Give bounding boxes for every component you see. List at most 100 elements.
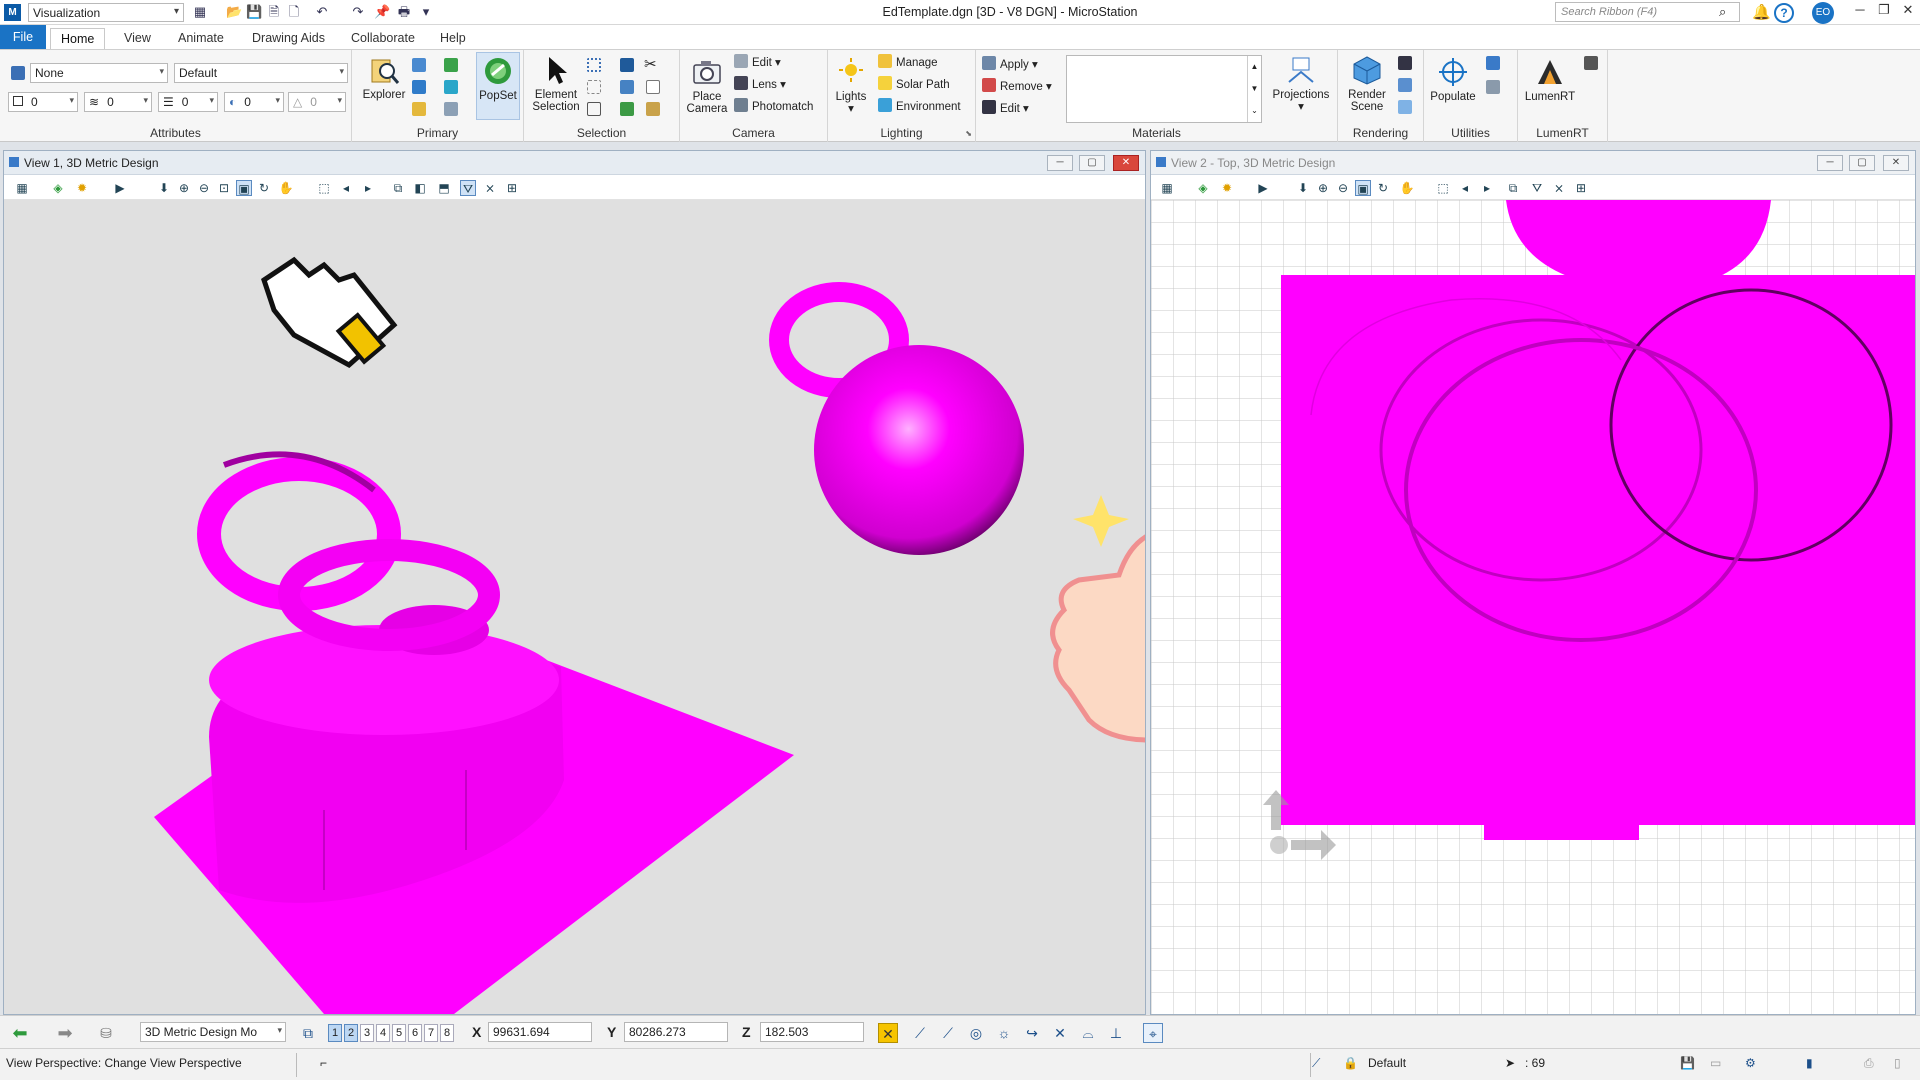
- undo-icon[interactable]: ↶: [314, 4, 330, 20]
- walk-icon[interactable]: ⬚: [316, 180, 332, 196]
- view-perspective-icon[interactable]: ◧: [412, 180, 428, 196]
- view-group-icon[interactable]: ▦: [192, 4, 208, 20]
- y-coordinate-field[interactable]: 80286.273: [624, 1022, 728, 1042]
- back-icon[interactable]: ⬅: [10, 1023, 30, 1043]
- transparency-dropdown[interactable]: ◐ 0: [224, 92, 284, 112]
- copy-view-icon[interactable]: ⧉: [1505, 180, 1521, 196]
- workspace-dropdown[interactable]: Visualization: [28, 3, 184, 22]
- snap-intersection-icon[interactable]: ✕: [1050, 1023, 1070, 1043]
- text-style-dropdown[interactable]: Default: [174, 63, 348, 83]
- user-avatar[interactable]: EO: [1812, 2, 1834, 24]
- view-button-5[interactable]: 5: [392, 1024, 406, 1042]
- rotate-view-icon[interactable]: ↻: [256, 180, 272, 196]
- display-style-icon[interactable]: ◈: [1195, 180, 1211, 196]
- manage-lights-button[interactable]: Manage: [878, 54, 938, 72]
- fence-place-icon[interactable]: [587, 58, 601, 72]
- copy-group-icon[interactable]: [620, 102, 634, 116]
- notifications-icon[interactable]: 🔔: [1752, 3, 1771, 21]
- restore-icon[interactable]: ❐: [1872, 2, 1896, 22]
- render-scene-button[interactable]: Render Scene: [1342, 54, 1392, 113]
- view-button-4[interactable]: 4: [376, 1024, 390, 1042]
- clip-volume-icon[interactable]: ⛛: [460, 180, 476, 196]
- projections-button[interactable]: Projections ▾: [1270, 54, 1332, 113]
- render-settings-icon[interactable]: [1398, 78, 1412, 92]
- snap-status-icon[interactable]: ⟋: [1312, 1056, 1320, 1071]
- snap-origin-icon[interactable]: ☼: [994, 1023, 1014, 1043]
- camera-view-icon[interactable]: ⬒: [436, 180, 452, 196]
- tab-view[interactable]: View: [114, 28, 161, 49]
- solar-path-button[interactable]: Solar Path: [878, 76, 950, 94]
- view-1-maximize-icon[interactable]: ▢: [1079, 155, 1105, 171]
- utility-tool-icon[interactable]: [1486, 56, 1500, 70]
- photomatch-button[interactable]: Photomatch: [734, 98, 813, 116]
- view-1-minimize-icon[interactable]: ─: [1047, 155, 1073, 171]
- zoom-out-icon[interactable]: ⊖: [196, 180, 212, 196]
- lock-element-icon[interactable]: [620, 80, 634, 94]
- view-button-3[interactable]: 3: [360, 1024, 374, 1042]
- view-display-icon[interactable]: ⊞: [504, 180, 520, 196]
- snap-center-icon[interactable]: ◎: [966, 1023, 986, 1043]
- microstation-logo-icon[interactable]: M: [4, 4, 21, 21]
- pan-view-icon[interactable]: ✋: [278, 180, 294, 196]
- zoom-in-icon[interactable]: ⊕: [176, 180, 192, 196]
- color-dropdown[interactable]: 0: [8, 92, 78, 112]
- copy-icon[interactable]: [646, 80, 660, 94]
- fit-view-icon[interactable]: ▣: [1355, 180, 1371, 196]
- lock-icon[interactable]: 🔒: [1343, 1056, 1358, 1070]
- search-ribbon-input[interactable]: Search Ribbon (F4): [1555, 2, 1740, 22]
- snap-mode-icon[interactable]: ✕: [878, 1023, 898, 1043]
- update-view-icon[interactable]: ⬇: [156, 180, 172, 196]
- raster-icon[interactable]: [444, 58, 458, 72]
- forward-icon[interactable]: ➡: [55, 1023, 75, 1043]
- lumenrt-settings-icon[interactable]: [1584, 56, 1598, 70]
- view-button-6[interactable]: 6: [408, 1024, 422, 1042]
- utility-paint-icon[interactable]: [1486, 80, 1500, 94]
- explorer-button[interactable]: Explorer: [360, 54, 408, 101]
- lighting-view-icon[interactable]: ✹: [1219, 180, 1235, 196]
- fence-shape-icon[interactable]: [587, 102, 601, 116]
- attach-tools-icon[interactable]: [444, 102, 458, 116]
- lens-button[interactable]: Lens ▾: [734, 76, 786, 94]
- display-style-icon[interactable]: ◈: [50, 180, 66, 196]
- weight-dropdown[interactable]: ☰ 0: [158, 92, 218, 112]
- view-2-maximize-icon[interactable]: ▢: [1849, 155, 1875, 171]
- tab-help[interactable]: Help: [430, 28, 476, 49]
- open-file-icon[interactable]: 📂: [226, 4, 242, 20]
- accudraw-icon[interactable]: ⌖: [1143, 1023, 1163, 1043]
- material-gallery[interactable]: ▲ ▼ ⌄: [1066, 55, 1262, 123]
- info-status-icon[interactable]: ▯: [1894, 1056, 1901, 1070]
- design-history-icon[interactable]: ▭: [1710, 1056, 1721, 1070]
- lighting-view-icon[interactable]: ✹: [74, 180, 90, 196]
- gallery-scroll-icon[interactable]: ▲ ▼ ⌄: [1247, 56, 1261, 122]
- tab-file[interactable]: File: [0, 25, 46, 49]
- customize-qat-icon[interactable]: ▾: [418, 4, 434, 20]
- models-dropdown-icon[interactable]: ⛁: [96, 1023, 116, 1043]
- snap-bisector-icon[interactable]: ⌓: [1078, 1023, 1098, 1043]
- apply-material-button[interactable]: Apply ▾: [982, 56, 1038, 74]
- group-icon[interactable]: [620, 58, 634, 72]
- compress-icon[interactable]: 🗋: [286, 4, 302, 20]
- cut-icon[interactable]: ✂: [644, 55, 657, 73]
- place-camera-button[interactable]: Place Camera: [684, 56, 730, 115]
- window-area-icon[interactable]: ⊡: [216, 180, 232, 196]
- z-coordinate-field[interactable]: 182.503: [760, 1022, 864, 1042]
- model-dropdown[interactable]: 3D Metric Design Mo: [140, 1022, 286, 1042]
- print-icon[interactable]: 🖶: [396, 4, 412, 20]
- view-attributes-icon[interactable]: ▦: [14, 180, 30, 196]
- pan-view-icon[interactable]: ✋: [1399, 180, 1415, 196]
- rotate-view-icon[interactable]: ↻: [1375, 180, 1391, 196]
- view-button-7[interactable]: 7: [424, 1024, 438, 1042]
- clip-volume-icon[interactable]: ⛛: [1529, 180, 1545, 196]
- view-2-canvas[interactable]: [1151, 200, 1915, 1014]
- references-icon[interactable]: [412, 80, 426, 94]
- play-icon[interactable]: ▶: [1255, 180, 1271, 196]
- print-status-icon[interactable]: ⎙: [1864, 1056, 1874, 1071]
- view-1-canvas[interactable]: [4, 200, 1145, 1014]
- element-selection-button[interactable]: Element Selection: [530, 54, 582, 113]
- view-attributes-icon[interactable]: ▦: [1159, 180, 1175, 196]
- snap-nearest-icon[interactable]: ⟋: [910, 1023, 930, 1043]
- fence-block-icon[interactable]: [587, 80, 601, 94]
- next-view-icon[interactable]: ▸: [360, 180, 376, 196]
- priority-dropdown[interactable]: △ 0: [288, 92, 346, 112]
- lights-button[interactable]: Lights ▾: [832, 56, 870, 115]
